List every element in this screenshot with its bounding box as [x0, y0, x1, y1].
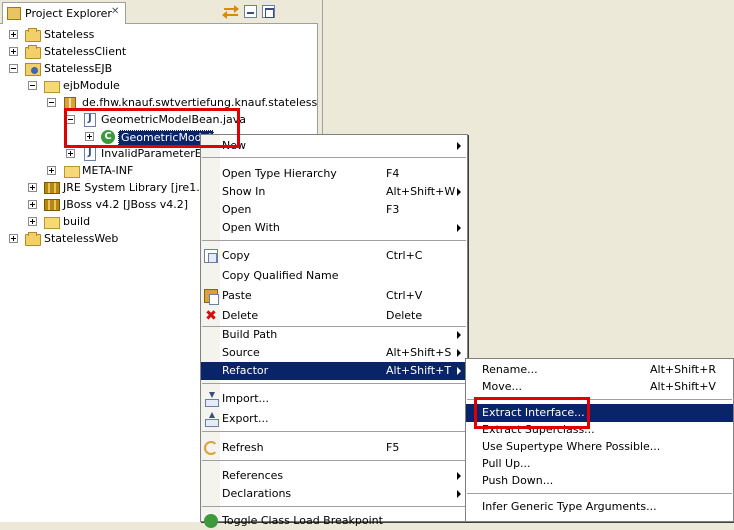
submenu-arrow-icon: [457, 472, 461, 480]
menu-item-references[interactable]: References: [201, 467, 467, 485]
delete-icon: ✖: [205, 308, 217, 324]
collapse-icon[interactable]: [9, 64, 18, 73]
menu-item-refactor[interactable]: Refactor Alt+Shift+T: [201, 362, 467, 380]
submenu-item-move[interactable]: Move... Alt+Shift+V: [466, 378, 733, 396]
tree-item-label: de.fhw.knauf.swtvertiefung.knauf.statele…: [82, 96, 318, 109]
refresh-icon: [204, 441, 218, 455]
menu-item-paste[interactable]: Paste Ctrl+V: [201, 287, 467, 305]
tree-item-label: Stateless: [44, 28, 95, 41]
submenu-item-rename[interactable]: Rename... Alt+Shift+R: [466, 361, 733, 379]
copy-icon: [204, 249, 218, 263]
submenu-arrow-icon: [457, 490, 461, 498]
java-file-icon: [84, 147, 96, 161]
submenu-arrow-icon: [457, 331, 461, 339]
source-folder-icon: [44, 81, 60, 93]
menu-item-open[interactable]: Open F3: [201, 201, 467, 219]
tree-item-ejbmodule[interactable]: ejbModule: [0, 78, 318, 95]
expand-icon[interactable]: [9, 30, 18, 39]
submenu-item-extract-interface[interactable]: Extract Interface...: [466, 404, 733, 422]
menu-item-build-path[interactable]: Build Path: [201, 326, 467, 344]
tree-item-package[interactable]: de.fhw.knauf.swtvertiefung.knauf.statele…: [0, 95, 318, 112]
view-title: Project Explorer: [25, 7, 112, 20]
tree-item-label: StatelessWeb: [44, 232, 119, 245]
collapse-icon[interactable]: [66, 115, 75, 124]
expand-icon[interactable]: [85, 132, 94, 141]
menu-item-show-in[interactable]: Show In Alt+Shift+W: [201, 183, 467, 201]
tree-item-label: JBoss v4.2 [JBoss v4.2]: [63, 198, 189, 211]
folder-icon: [44, 217, 60, 229]
minimize-icon[interactable]: [244, 5, 257, 18]
expand-icon[interactable]: [9, 47, 18, 56]
submenu-arrow-icon: [457, 349, 461, 357]
menu-item-new[interactable]: New: [201, 137, 467, 155]
folder-icon: [64, 166, 80, 178]
submenu-item-push-down[interactable]: Push Down...: [466, 472, 733, 490]
collapse-icon[interactable]: [47, 98, 56, 107]
collapse-icon[interactable]: [28, 81, 37, 90]
submenu-arrow-icon: [457, 142, 461, 150]
export-icon: [204, 412, 219, 427]
import-icon: [204, 392, 219, 407]
tree-item-label: JRE System Library [jre1.5.0: [63, 181, 218, 194]
expand-icon[interactable]: [28, 200, 37, 209]
library-icon: [44, 199, 60, 211]
menu-item-open-with[interactable]: Open With: [201, 219, 467, 237]
link-with-editor-icon[interactable]: [222, 4, 240, 19]
submenu-item-infer-generic-type-arguments[interactable]: Infer Generic Type Arguments...: [466, 498, 733, 516]
expand-icon[interactable]: [9, 234, 18, 243]
submenu-item-use-supertype[interactable]: Use Supertype Where Possible...: [466, 438, 733, 456]
project-icon: [25, 28, 41, 42]
ejb-project-icon: [25, 63, 41, 76]
menu-item-import[interactable]: Import...: [201, 390, 467, 408]
tree-item-label: InvalidParameterExc: [101, 147, 215, 160]
paste-icon: [204, 289, 219, 305]
menu-item-open-type-hierarchy[interactable]: Open Type Hierarchy F4: [201, 165, 467, 183]
java-file-icon: [84, 113, 96, 127]
tree-item-stateless[interactable]: Stateless: [0, 27, 318, 44]
context-menu: New Open Type Hierarchy F4 Show In Alt+S…: [200, 134, 468, 528]
menu-item-source[interactable]: Source Alt+Shift+S: [201, 344, 467, 362]
menu-item-delete[interactable]: ✖ Delete Delete: [201, 307, 467, 325]
menu-item-refresh[interactable]: Refresh F5: [201, 439, 467, 457]
expand-icon[interactable]: [28, 217, 37, 226]
submenu-item-extract-superclass[interactable]: Extract Superclass...: [466, 421, 733, 439]
menu-item-copy-qualified-name[interactable]: Copy Qualified Name: [201, 267, 467, 285]
refactor-submenu: Rename... Alt+Shift+R Move... Alt+Shift+…: [465, 358, 734, 522]
menu-item-copy[interactable]: Copy Ctrl+C: [201, 247, 467, 265]
menu-item-declarations[interactable]: Declarations: [201, 485, 467, 503]
tree-item-label: META-INF: [82, 164, 134, 177]
submenu-item-pull-up[interactable]: Pull Up...: [466, 455, 733, 473]
breakpoint-icon: [204, 514, 218, 528]
menu-item-export[interactable]: Export...: [201, 410, 467, 428]
submenu-arrow-icon: [457, 188, 461, 196]
project-explorer-icon: [7, 7, 21, 20]
view-tab-bar: Project Explorer ✕: [0, 0, 318, 24]
menu-item-toggle-class-load-breakpoint[interactable]: Toggle Class Load Breakpoint: [201, 512, 467, 530]
maximize-icon[interactable]: [262, 5, 275, 18]
tree-item-statelessclient[interactable]: StatelessClient: [0, 44, 318, 61]
expand-icon[interactable]: [28, 183, 37, 192]
expand-icon[interactable]: [47, 166, 56, 175]
tree-item-label: build: [63, 215, 91, 228]
tab-project-explorer[interactable]: Project Explorer ✕: [2, 2, 126, 24]
tree-item-label: GeometricModelBean.java: [101, 113, 247, 126]
library-icon: [44, 182, 60, 194]
submenu-arrow-icon: [457, 224, 461, 232]
submenu-arrow-icon: [457, 367, 461, 375]
package-icon: [64, 97, 76, 109]
project-icon: [25, 45, 41, 59]
tree-item-label: StatelessClient: [44, 45, 127, 58]
class-icon: C: [101, 130, 115, 144]
tree-item-statelessejb[interactable]: StatelessEJB: [0, 61, 318, 78]
project-icon: [25, 232, 41, 246]
tree-item-label: ejbModule: [63, 79, 120, 92]
close-icon[interactable]: ✕: [111, 6, 119, 17]
expand-icon[interactable]: [66, 149, 75, 158]
tree-item-label: StatelessEJB: [44, 62, 113, 75]
tree-item-geometricmodelbean-java[interactable]: GeometricModelBean.java: [0, 112, 318, 129]
